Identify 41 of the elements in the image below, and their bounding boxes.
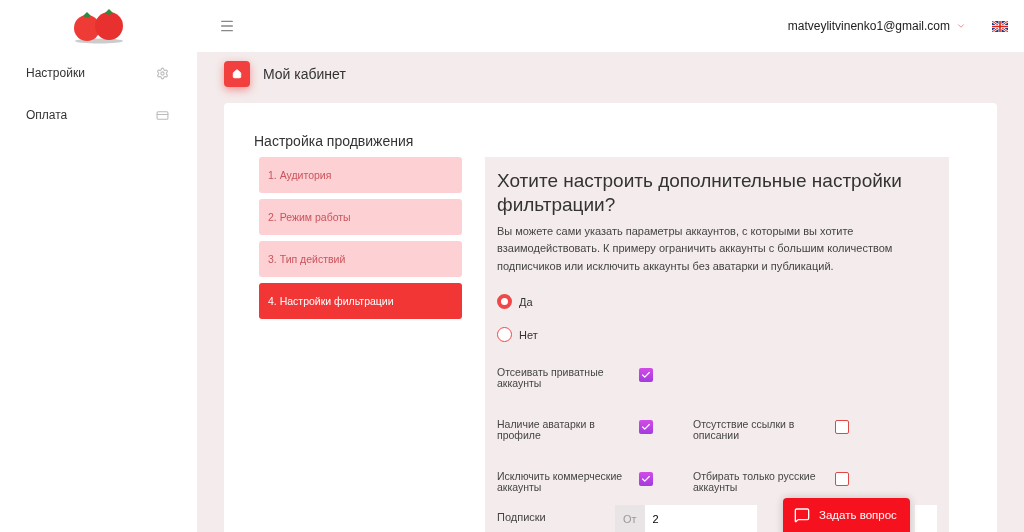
sidebar-item[interactable]: Настройки [0, 52, 197, 94]
chat-icon [794, 507, 810, 523]
checkbox[interactable] [835, 420, 849, 435]
filter-label: Отбирать только русские аккаунты [693, 471, 817, 494]
radio-label: Да [519, 295, 533, 308]
filter-label: Отсеивать приватные аккаунты [497, 367, 605, 390]
uk-flag-icon[interactable] [992, 20, 1008, 32]
step-tab[interactable]: 4. Настройки фильтрации [259, 283, 462, 319]
menu-icon[interactable] [219, 18, 235, 34]
filter-label: Отсутствие ссылки в описании [693, 419, 796, 442]
panel-heading: Хотите настроить дополнительные настройки фильтрации? [497, 169, 903, 217]
checkbox[interactable] [639, 472, 653, 487]
gear-icon [156, 66, 169, 80]
sidebar-item[interactable]: Оплата [0, 94, 197, 136]
step-tab[interactable]: 1. Аудитория [259, 157, 462, 193]
radio-button[interactable] [497, 294, 512, 310]
checkbox[interactable] [835, 472, 849, 487]
step-tab[interactable]: 2. Режим работы [259, 199, 462, 235]
home-icon [232, 69, 242, 79]
check-icon [641, 474, 651, 485]
chevron-down-icon [956, 21, 966, 31]
radio-button[interactable] [497, 327, 512, 343]
ask-question-button[interactable]: Задать вопрос [783, 498, 910, 532]
filter-label: Исключить коммерческие аккаунты [497, 471, 624, 494]
checkbox[interactable] [639, 420, 653, 435]
panel-description: Вы можете сами указать параметры аккаунтов, с которыми вы хотите взаимодействовать. К примеру ограничить аккаунты с большим количеством подписчиков или исключить аккаунты без аватарки и публикаций. [497, 223, 894, 274]
page-title: Мой кабинет [263, 66, 346, 82]
account-menu[interactable]: matveylitvinenko1@gmail.com [787, 19, 966, 33]
check-icon [641, 370, 651, 381]
checkbox[interactable] [639, 368, 653, 383]
step-tab[interactable]: 3. Тип действий [259, 241, 462, 277]
check-icon [641, 422, 651, 433]
range-to-field[interactable] [915, 505, 937, 532]
range-prefix: От [615, 505, 645, 532]
range-from-field[interactable]: 2 [644, 505, 757, 532]
card-title: Настройка продвижения [254, 133, 415, 149]
radio-label: Нет [519, 328, 538, 341]
range-label: Подписки [497, 511, 547, 524]
filter-label: Наличие аватарки в профиле [497, 419, 596, 442]
home-button[interactable] [224, 61, 250, 87]
card-icon [156, 108, 169, 122]
